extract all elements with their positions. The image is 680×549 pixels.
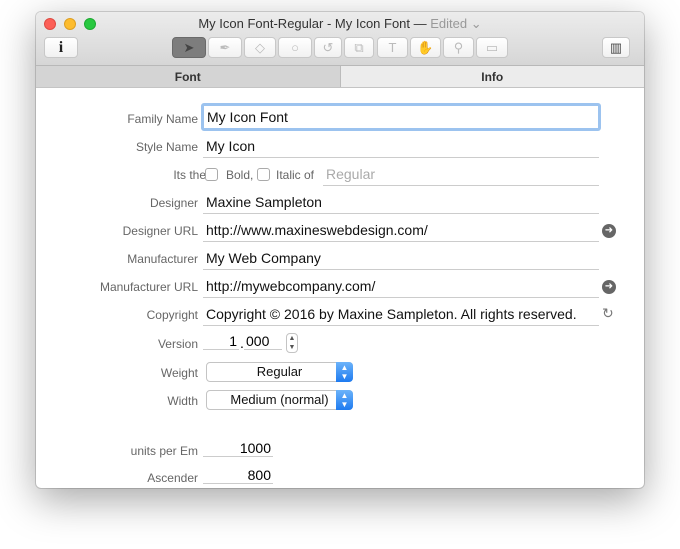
tab-info[interactable]: Info: [340, 66, 644, 87]
shape-tool-icon: ○: [291, 40, 299, 55]
linked-style-field[interactable]: Regular: [323, 164, 599, 186]
chevron-updown-icon: ▲ ▼: [336, 390, 353, 410]
rotate-tool-button[interactable]: ↺: [314, 37, 342, 58]
bold-checkbox[interactable]: [205, 168, 218, 181]
version-major-field[interactable]: 1: [203, 333, 239, 350]
italic-label: Italic of: [276, 168, 315, 182]
edited-menu[interactable]: Edited ⌄: [430, 16, 481, 31]
window-title: My Icon Font-Regular - My Icon Font — Ed…: [198, 16, 482, 31]
chevron-updown-icon: ▲ ▼: [336, 362, 353, 382]
version-label: Version: [157, 337, 198, 351]
units-per-em-label: units per Em: [130, 444, 198, 458]
info-button[interactable]: i: [44, 37, 78, 58]
select-tool-icon: ➤: [183, 39, 195, 55]
info-icon: i: [58, 38, 64, 56]
style-name-field[interactable]: My Icon: [203, 136, 599, 158]
units-per-em-row: units per Em 1000: [36, 440, 644, 462]
open-url-arrow-icon[interactable]: ➜: [602, 280, 616, 294]
manufacturer-url-field[interactable]: http://mywebcompany.com/: [203, 276, 599, 298]
copyright-field[interactable]: Copyright © 2016 by Maxine Sampleton. Al…: [203, 304, 599, 326]
ascender-label: Ascender: [147, 471, 198, 485]
shape-tool-button[interactable]: ○: [278, 37, 312, 58]
ascender-row: Ascender 800: [36, 467, 644, 488]
copyright-row: Copyright Copyright © 2016 by Maxine Sam…: [36, 304, 644, 326]
measure-tool-button[interactable]: ▭: [476, 37, 508, 58]
eraser-tool-button[interactable]: ◇: [244, 37, 276, 58]
transform-tool-icon: ⧉: [354, 39, 364, 55]
text-tool-button[interactable]: T: [377, 37, 408, 58]
designer-url-row: Designer URL http://www.maxineswebdesign…: [36, 220, 644, 242]
family-name-label: Family Name: [127, 112, 198, 126]
manufacturer-label: Manufacturer: [127, 252, 198, 266]
designer-url-label: Designer URL: [122, 224, 198, 238]
sidebar-toggle-button[interactable]: ▥: [602, 37, 630, 58]
sidebar-icon: ▥: [609, 39, 623, 55]
designer-field[interactable]: Maxine Sampleton: [203, 192, 599, 214]
refresh-icon[interactable]: ↻: [602, 305, 614, 322]
zoom-tool-button[interactable]: ⚲: [443, 37, 474, 58]
style-name-label: Style Name: [135, 140, 198, 154]
manufacturer-row: Manufacturer My Web Company: [36, 248, 644, 270]
hand-tool-icon: ✋: [417, 39, 434, 55]
hand-tool-button[interactable]: ✋: [410, 37, 441, 58]
weight-row: Weight Regular ▲ ▼: [36, 362, 644, 384]
width-select[interactable]: Medium (normal) ▲ ▼: [206, 390, 353, 410]
style-link-row: Its the Bold, Italic of Regular: [36, 164, 644, 186]
copyright-label: Copyright: [146, 308, 198, 322]
rotate-tool-icon: ↺: [322, 39, 334, 55]
title-bar: My Icon Font-Regular - My Icon Font — Ed…: [36, 12, 644, 66]
italic-checkbox[interactable]: [257, 168, 270, 181]
pen-tool-button[interactable]: ✒: [208, 37, 242, 58]
weight-select[interactable]: Regular ▲ ▼: [206, 362, 353, 382]
manufacturer-url-label: Manufacturer URL: [99, 280, 198, 294]
designer-label: Designer: [149, 196, 198, 210]
family-name-row: Family Name My Icon Font: [36, 103, 644, 131]
designer-url-field[interactable]: http://www.maxineswebdesign.com/: [203, 220, 599, 242]
open-url-arrow-icon[interactable]: ➜: [602, 224, 616, 238]
measure-tool-icon: ▭: [485, 39, 499, 55]
width-row: Width Medium (normal) ▲ ▼: [36, 390, 644, 412]
transform-tool-button[interactable]: ⧉: [344, 37, 374, 58]
pen-tool-icon: ✒: [219, 39, 231, 55]
units-per-em-field[interactable]: 1000: [203, 440, 273, 457]
version-row: Version 1 . 000 ▲ ▼: [36, 333, 644, 355]
width-label: Width: [167, 394, 198, 408]
version-stepper[interactable]: ▲ ▼: [286, 333, 298, 353]
bold-label: Bold,: [226, 168, 254, 182]
manufacturer-url-row: Manufacturer URL http://mywebcompany.com…: [36, 276, 644, 298]
font-info-window: My Icon Font-Regular - My Icon Font — Ed…: [36, 12, 644, 488]
eraser-tool-icon: ◇: [255, 39, 265, 55]
designer-row: Designer Maxine Sampleton: [36, 192, 644, 214]
style-name-row: Style Name My Icon: [36, 136, 644, 158]
weight-label: Weight: [160, 366, 198, 380]
family-name-field[interactable]: My Icon Font: [201, 103, 601, 131]
text-tool-icon: T: [388, 40, 397, 55]
zoom-tool-icon: ⚲: [453, 39, 464, 55]
select-tool-button[interactable]: ➤: [172, 37, 206, 58]
tab-font[interactable]: Font: [36, 66, 341, 87]
manufacturer-field[interactable]: My Web Company: [203, 248, 599, 270]
version-minor-field[interactable]: 000: [244, 333, 282, 350]
style-link-label: Its the: [173, 168, 206, 182]
tab-bar: Font Info: [36, 66, 644, 88]
ascender-field[interactable]: 800: [203, 467, 273, 484]
